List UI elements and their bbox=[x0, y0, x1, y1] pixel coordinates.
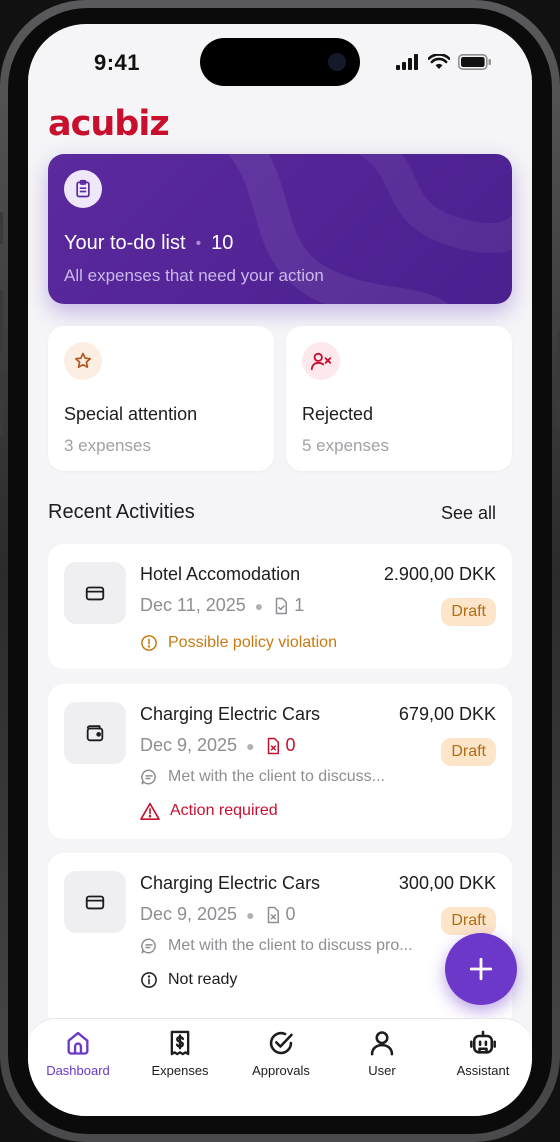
document-x-icon bbox=[267, 737, 279, 754]
activity-flag: Possible policy violation bbox=[140, 634, 337, 652]
warning-triangle-icon bbox=[140, 802, 160, 820]
flag-text: Action required bbox=[170, 802, 278, 819]
status-icons bbox=[396, 54, 492, 70]
tab-expenses[interactable]: Expenses bbox=[132, 1029, 228, 1078]
status-badge: Draft bbox=[441, 738, 496, 766]
todo-separator: • bbox=[195, 234, 202, 252]
activity-flag: Not ready bbox=[140, 971, 237, 989]
activity-title: Charging Electric Cars bbox=[140, 704, 321, 724]
plus-icon bbox=[469, 957, 493, 981]
volume-up-button bbox=[0, 290, 3, 354]
document-check-icon bbox=[275, 597, 288, 614]
receipt-icon bbox=[170, 1030, 190, 1056]
battery-icon bbox=[458, 54, 491, 70]
todo-count: 10 bbox=[211, 232, 234, 254]
special-attention-title: Special attention bbox=[64, 404, 198, 424]
robot-icon bbox=[470, 1030, 496, 1054]
check-circle-icon bbox=[269, 1031, 293, 1055]
attachment-count: 1 bbox=[294, 595, 305, 615]
activity-date: Dec 9, 2025 bbox=[140, 735, 238, 755]
app-screen: 9:41 acubiz Your to-do list • 10 All exp… bbox=[28, 24, 532, 1116]
user-icon bbox=[370, 1031, 394, 1056]
activity-date: Dec 11, 2025 bbox=[140, 595, 246, 615]
info-circle-icon bbox=[141, 972, 157, 988]
clipboard-icon bbox=[64, 170, 102, 208]
chat-bubble-icon bbox=[141, 769, 156, 785]
home-icon bbox=[67, 1031, 89, 1055]
tab-label: Assistant bbox=[456, 1063, 510, 1078]
warning-circle-icon bbox=[141, 635, 157, 651]
user-x-icon bbox=[302, 342, 340, 380]
bottom-tab-bar: Dashboard Expenses Approvals User Assist… bbox=[28, 1018, 532, 1116]
special-attention-count: 3 expenses bbox=[64, 436, 151, 455]
activity-card[interactable]: Hotel Accomodation 2.900,00 DKK Dec 11, … bbox=[48, 544, 512, 669]
activity-amount: 300,00 DKK bbox=[398, 873, 496, 893]
star-icon bbox=[64, 342, 102, 380]
add-expense-button[interactable] bbox=[445, 933, 517, 1005]
signal-icon bbox=[396, 54, 418, 70]
rejected-card[interactable]: Rejected 5 expenses bbox=[286, 326, 512, 471]
document-x-icon bbox=[267, 906, 279, 923]
tab-label: Approvals bbox=[252, 1063, 310, 1078]
rejected-count: 5 expenses bbox=[302, 436, 389, 455]
credit-card-icon bbox=[64, 562, 126, 624]
tab-label: Expenses bbox=[151, 1063, 209, 1078]
activity-date: Dec 9, 2025 bbox=[140, 904, 238, 924]
attachment-count: 0 bbox=[285, 735, 296, 755]
activity-flag: Action required bbox=[140, 802, 278, 820]
volume-down-button bbox=[0, 372, 3, 436]
activity-amount: 2.900,00 DKK bbox=[383, 564, 496, 584]
flag-text: Possible policy violation bbox=[168, 634, 337, 651]
tab-user[interactable]: User bbox=[334, 1029, 430, 1078]
todo-subtitle: All expenses that need your action bbox=[64, 266, 324, 285]
status-time: 9:41 bbox=[94, 50, 141, 75]
activity-meta: Dec 11, 2025 ● 1 bbox=[140, 595, 304, 616]
chat-bubble-icon bbox=[141, 938, 156, 954]
tab-label: Dashboard bbox=[46, 1063, 110, 1078]
activity-note: Met with the client to discuss pro... bbox=[140, 937, 413, 955]
todo-title-row: Your to-do list • 10 bbox=[64, 232, 233, 255]
flag-text: Not ready bbox=[168, 971, 238, 988]
activity-amount: 679,00 DKK bbox=[398, 704, 496, 724]
activity-title: Charging Electric Cars bbox=[140, 873, 321, 893]
tab-approvals[interactable]: Approvals bbox=[233, 1029, 329, 1078]
tab-label: User bbox=[368, 1063, 396, 1078]
tab-dashboard[interactable]: Dashboard bbox=[30, 1029, 126, 1078]
attachment-count: 0 bbox=[285, 904, 296, 924]
wifi-icon bbox=[428, 54, 450, 69]
todo-card[interactable]: Your to-do list • 10 All expenses that n… bbox=[48, 154, 512, 304]
meta-separator: ● bbox=[246, 737, 255, 754]
rejected-title: Rejected bbox=[302, 404, 374, 424]
meta-separator: ● bbox=[246, 906, 255, 923]
dynamic-island bbox=[200, 38, 360, 86]
credit-card-icon bbox=[64, 871, 126, 933]
activity-note: Met with the client to discuss... bbox=[140, 768, 385, 786]
brand-logo: acubiz bbox=[48, 104, 170, 144]
activity-title: Hotel Accomodation bbox=[140, 564, 301, 584]
recent-activities-title: Recent Activities bbox=[48, 501, 195, 523]
status-badge: Draft bbox=[441, 907, 496, 935]
special-attention-card[interactable]: Special attention 3 expenses bbox=[48, 326, 274, 471]
note-text: Met with the client to discuss pro... bbox=[168, 937, 413, 954]
activity-meta: Dec 9, 2025 ● 0 bbox=[140, 735, 296, 756]
status-badge: Draft bbox=[441, 598, 496, 626]
meta-separator: ● bbox=[254, 597, 264, 614]
action-button bbox=[0, 212, 3, 244]
camera-icon bbox=[328, 53, 346, 71]
todo-title: Your to-do list bbox=[64, 232, 186, 254]
note-text: Met with the client to discuss... bbox=[168, 768, 385, 785]
wallet-icon bbox=[64, 702, 126, 764]
activity-meta: Dec 9, 2025 ● 0 bbox=[140, 904, 296, 925]
tab-assistant[interactable]: Assistant bbox=[435, 1029, 531, 1078]
activity-card[interactable]: Charging Electric Cars 300,00 DKK Dec 9,… bbox=[48, 853, 512, 1028]
see-all-link[interactable]: See all bbox=[441, 503, 496, 524]
activity-card[interactable]: Charging Electric Cars 679,00 DKK Dec 9,… bbox=[48, 684, 512, 839]
